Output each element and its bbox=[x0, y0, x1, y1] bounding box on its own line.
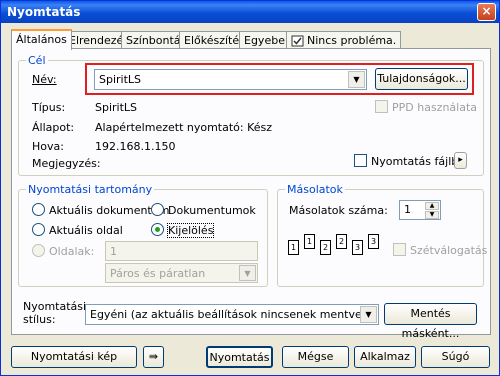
cancel-button[interactable]: Mégse bbox=[282, 346, 349, 368]
spin-down-icon[interactable]: ▼ bbox=[425, 211, 439, 219]
print-to-file-label: Nyomtatás fájlba bbox=[371, 155, 465, 168]
page-icon: 2 bbox=[320, 240, 331, 255]
chevron-down-icon[interactable]: ▼ bbox=[239, 265, 256, 281]
page-icon: 3 bbox=[368, 234, 379, 249]
documents-label: Dokumentumok bbox=[168, 204, 256, 217]
print-button[interactable]: Nyomtatás bbox=[206, 346, 273, 368]
status-value: Alapértelmezett nyomtató: Kész bbox=[95, 121, 273, 134]
pages-input[interactable]: 1 bbox=[105, 241, 258, 261]
print-range-legend: Nyomtatási tartomány bbox=[26, 183, 155, 196]
page-icon: 3 bbox=[352, 240, 363, 255]
selection-label: Kijelölés bbox=[166, 223, 215, 238]
type-label: Típus: bbox=[32, 101, 66, 114]
help-button[interactable]: Súgó bbox=[421, 346, 490, 368]
print-preview-button[interactable]: Nyomtatási kép bbox=[11, 346, 137, 368]
issues-icon bbox=[291, 35, 304, 47]
close-button[interactable]: × bbox=[477, 3, 496, 21]
print-style-value: Egyéni (az aktuális beállítások nincsene… bbox=[90, 308, 367, 321]
window-title: Nyomtatás bbox=[7, 5, 81, 19]
print-to-file-arrow-button[interactable]: ▸ bbox=[454, 152, 467, 169]
tab-issues[interactable]: Nincs probléma. bbox=[286, 31, 402, 49]
parity-select[interactable]: Páros és páratlan ▼ bbox=[105, 263, 258, 283]
comment-label: Megjegyzés: bbox=[32, 157, 101, 170]
type-value: SpiritLS bbox=[95, 101, 138, 114]
save-as-button[interactable]: Mentés másként... bbox=[384, 303, 477, 340]
target-legend: Cél bbox=[26, 54, 48, 67]
documents-radio[interactable] bbox=[151, 203, 164, 216]
ppd-checkbox[interactable] bbox=[375, 100, 388, 113]
where-label: Hova: bbox=[32, 140, 64, 153]
parity-value: Páros és páratlan bbox=[110, 267, 206, 280]
chevron-down-icon[interactable]: ▼ bbox=[360, 306, 377, 323]
name-label: Név: bbox=[32, 73, 57, 86]
tab-general[interactable]: Általános bbox=[11, 29, 72, 50]
page-icon: 1 bbox=[304, 234, 315, 249]
collate-label: Szétválogatás bbox=[410, 244, 488, 257]
title-bar: Nyomtatás × bbox=[1, 1, 499, 23]
current-document-radio[interactable] bbox=[32, 203, 45, 216]
page-icon: 2 bbox=[336, 234, 347, 249]
copies-legend: Másolatok bbox=[285, 183, 345, 196]
selection-radio[interactable] bbox=[151, 223, 164, 236]
page-icon: 1 bbox=[288, 240, 299, 255]
current-page-label: Aktuális oldal bbox=[49, 224, 123, 237]
apply-button[interactable]: Alkalmaz bbox=[354, 346, 416, 368]
highlight-box bbox=[85, 63, 474, 95]
status-label: Állapot: bbox=[32, 121, 75, 134]
copies-count-label: Másolatok száma: bbox=[289, 204, 388, 217]
print-style-label: Nyomtatási bbox=[23, 300, 87, 313]
where-value: 192.168.1.150 bbox=[95, 140, 176, 153]
expand-preview-button[interactable]: ⇛ bbox=[143, 346, 164, 368]
pages-radio[interactable] bbox=[32, 244, 45, 257]
spin-up-icon[interactable]: ▲ bbox=[425, 202, 439, 210]
current-page-radio[interactable] bbox=[32, 223, 45, 236]
print-style-label-line2: stílus: bbox=[23, 313, 56, 326]
pages-label: Oldalak: bbox=[49, 245, 95, 258]
collate-checkbox[interactable] bbox=[393, 243, 406, 256]
print-style-select[interactable]: Egyéni (az aktuális beállítások nincsene… bbox=[85, 304, 379, 325]
ppd-label: PPD használata bbox=[392, 101, 478, 114]
copies-count-value: 1 bbox=[404, 203, 411, 216]
copies-count-stepper[interactable]: 1 ▲ ▼ bbox=[399, 200, 441, 220]
tab-issues-label: Nincs probléma. bbox=[307, 34, 397, 47]
pages-value: 1 bbox=[110, 245, 117, 258]
print-to-file-checkbox[interactable] bbox=[354, 154, 367, 167]
print-dialog: Nyomtatás × Általános Elrendezés Színbon… bbox=[0, 0, 500, 376]
